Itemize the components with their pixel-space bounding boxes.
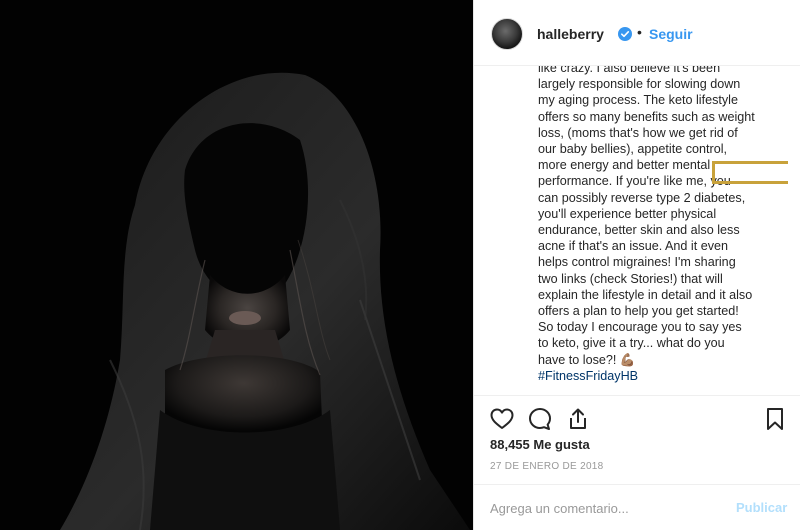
post-side-panel: halleberry • Seguir like crazy. I also b…	[473, 0, 800, 530]
post-date: 27 DE ENERO DE 2018	[490, 461, 604, 472]
caption-line: So today I encourage you to say yes	[538, 320, 742, 335]
likes-count[interactable]: 88,455 Me gusta	[490, 437, 590, 452]
bookmark-icon[interactable]	[761, 405, 789, 433]
hashtag-link[interactable]: #FitnessFridayHB	[538, 368, 788, 384]
comment-input[interactable]	[488, 493, 722, 523]
follow-button[interactable]: Seguir	[649, 26, 693, 42]
comment-icon[interactable]	[526, 405, 554, 433]
publish-button[interactable]: Publicar	[736, 500, 787, 515]
caption-line: two links (check Stories!) that will	[538, 271, 723, 286]
caption-area: like crazy. I also believe it's been lar…	[538, 66, 788, 386]
caption-line: my aging process. The keto lifestyle	[538, 93, 738, 108]
caption-line: loss, (moms that's how we get rid of	[538, 125, 738, 140]
instagram-post-frame: halleberry • Seguir like crazy. I also b…	[0, 0, 800, 530]
caption-text: like crazy. I also believe it's been lar…	[538, 66, 788, 384]
caption-line: offers a plan to help you get started!	[538, 304, 739, 319]
caption-line: you'll experience better physical	[538, 206, 717, 221]
separator-dot: •	[637, 24, 642, 40]
caption-line: offers so many benefits such as weight	[538, 109, 755, 124]
post-header: halleberry • Seguir	[474, 0, 800, 66]
hooded-woman-image	[0, 0, 473, 530]
caption-line: have to lose?! 💪🏽	[538, 352, 636, 367]
share-icon[interactable]	[564, 405, 592, 433]
verified-badge-icon	[618, 27, 632, 41]
caption-line: can possibly reverse type 2 diabetes,	[538, 190, 746, 205]
username-link[interactable]: halleberry	[537, 26, 604, 42]
comment-bar: Publicar	[474, 484, 800, 530]
heart-icon[interactable]	[488, 405, 516, 433]
caption-line: like crazy. I also believe it's been	[538, 66, 721, 75]
caption-line: explain the lifestyle in detail and it a…	[538, 287, 753, 302]
action-bar	[474, 395, 800, 443]
post-photo[interactable]	[0, 0, 473, 530]
caption-line: largely responsible for slowing down	[538, 77, 741, 92]
keto-lifestyle-highlight-box	[712, 161, 788, 184]
avatar[interactable]	[491, 18, 523, 50]
caption-line: our baby bellies), appetite control,	[538, 142, 728, 157]
caption-line: helps control migraines! I'm sharing	[538, 255, 736, 270]
caption-line: endurance, better skin and also less	[538, 223, 740, 238]
caption-line: to keto, give it a try... what do you	[538, 336, 725, 351]
caption-line: acne if that's an issue. And it even	[538, 239, 729, 254]
